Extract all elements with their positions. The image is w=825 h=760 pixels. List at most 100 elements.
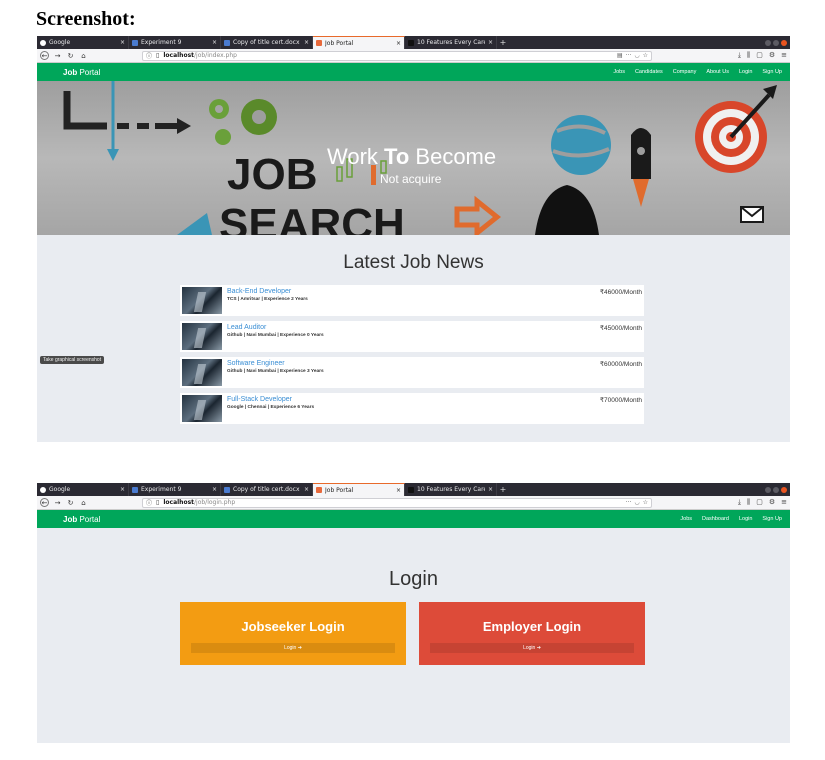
library-icon[interactable]: ⫼ <box>747 498 750 507</box>
close-icon[interactable]: × <box>304 39 309 46</box>
job-meta: Github | Navi Mumbai | Experience 0 Year… <box>227 333 324 338</box>
browser-tab[interactable]: Copy of title cert.docx - × <box>221 36 313 49</box>
pocket-icon[interactable]: ◡ <box>634 499 639 506</box>
library-icon[interactable]: ⫼ <box>747 51 750 60</box>
browser-tab[interactable]: Experiment 9 × <box>129 483 221 496</box>
window-close-icon[interactable] <box>781 39 787 46</box>
maximize-icon[interactable] <box>773 39 779 46</box>
nav-link-dashboard[interactable]: Dashboard <box>702 516 729 522</box>
info-icon[interactable]: ⓘ <box>146 51 152 60</box>
latest-jobs-heading: Latest Job News <box>343 252 484 273</box>
reader-view-icon[interactable]: ▤ <box>617 52 623 59</box>
download-icon[interactable]: ⤓ <box>738 51 741 60</box>
close-icon[interactable]: × <box>120 486 125 493</box>
job-item[interactable]: Lead Auditor Github | Navi Mumbai | Expe… <box>180 321 644 352</box>
job-salary: ₹45000/Month <box>599 325 642 332</box>
nav-link-about[interactable]: About Us <box>706 69 729 75</box>
nav-link-jobs[interactable]: Jobs <box>680 516 692 522</box>
job-item[interactable]: Software Engineer Github | Navi Mumbai |… <box>180 357 644 388</box>
browser-tab[interactable]: Google × <box>37 36 129 49</box>
back-icon[interactable]: ← <box>40 51 49 60</box>
close-icon[interactable]: × <box>396 40 401 47</box>
job-item[interactable]: Back-End Developer TCS | Amritsar | Expe… <box>180 285 644 316</box>
nav-link-candidates[interactable]: Candidates <box>635 69 663 75</box>
browser-tab-active[interactable]: Job Portal × <box>313 483 405 496</box>
minimize-icon[interactable] <box>765 486 771 493</box>
job-title-link[interactable]: Software Engineer <box>227 360 285 367</box>
menu-icon[interactable]: ≡ <box>781 51 787 60</box>
sidebar-icon[interactable]: ▢ <box>756 51 763 60</box>
browser-tab-active[interactable]: Job Portal × <box>313 36 405 49</box>
close-icon[interactable]: × <box>396 487 401 494</box>
close-icon[interactable]: × <box>304 486 309 493</box>
medium-icon <box>408 39 414 46</box>
new-tab-button[interactable]: + <box>497 483 509 496</box>
url-bar[interactable]: ⓘ ▯ localhost/job/login.php ··· ◡ ☆ <box>142 497 652 508</box>
bookmark-star-icon[interactable]: ☆ <box>643 52 648 59</box>
brand-logo[interactable]: Job Portal <box>63 68 100 77</box>
login-heading: Login <box>389 568 438 590</box>
job-item[interactable]: Full-Stack Developer Google | Chennai | … <box>180 393 644 424</box>
maximize-icon[interactable] <box>773 486 779 493</box>
browser-tab[interactable]: Copy of title cert.docx - × <box>221 483 313 496</box>
hero-title: Work To Become <box>327 144 496 170</box>
close-icon[interactable]: × <box>120 39 125 46</box>
window-close-icon[interactable] <box>781 486 787 493</box>
jobseeker-login-button[interactable]: Login ➔ <box>191 643 395 653</box>
nav-link-login[interactable]: Login <box>739 69 752 75</box>
menu-icon[interactable]: ≡ <box>781 498 787 507</box>
tab-label: Experiment 9 <box>141 486 182 493</box>
nav-link-jobs[interactable]: Jobs <box>613 69 625 75</box>
url-bar[interactable]: ⓘ ▯ localhost/job/index.php ▤ ··· ◡ ☆ <box>142 50 652 61</box>
download-icon[interactable]: ⤓ <box>738 498 741 507</box>
browser-tab[interactable]: Experiment 9 × <box>129 36 221 49</box>
job-title-link[interactable]: Back-End Developer <box>227 288 291 295</box>
close-icon[interactable]: × <box>488 486 493 493</box>
tab-label: Experiment 9 <box>141 39 182 46</box>
browser-tab[interactable]: 10 Features Every Career× <box>405 483 497 496</box>
browser-toolbar: ← → ↻ ⌂ ⓘ ▯ localhost/job/index.php ▤ ···… <box>37 49 790 63</box>
index-screenshot: Google × Experiment 9 × Copy of title cert… <box>37 36 790 442</box>
employer-login-button[interactable]: Login ➔ <box>430 643 634 653</box>
employer-login-card: Employer Login Login ➔ <box>419 602 645 665</box>
forward-icon[interactable]: → <box>53 498 62 507</box>
nav-link-signup[interactable]: Sign Up <box>762 516 782 522</box>
minimize-icon[interactable] <box>765 39 771 46</box>
reload-icon[interactable]: ↻ <box>66 51 75 60</box>
job-thumbnail <box>182 395 222 422</box>
more-actions-icon[interactable]: ··· <box>626 52 632 59</box>
sidebar-icon[interactable]: ▢ <box>756 498 763 507</box>
close-icon[interactable]: × <box>488 39 493 46</box>
info-icon[interactable]: ⓘ <box>146 498 152 507</box>
jobseeker-login-card: Jobseeker Login Login ➔ <box>180 602 406 665</box>
extensions-icon[interactable]: ⚙ <box>769 51 775 60</box>
browser-tab[interactable]: 10 Features Every Career× <box>405 36 497 49</box>
site-nav-links: Jobs Dashboard Login Sign Up <box>680 516 790 522</box>
home-icon[interactable]: ⌂ <box>79 51 88 60</box>
nav-link-company[interactable]: Company <box>673 69 697 75</box>
google-icon <box>40 39 46 46</box>
pocket-icon[interactable]: ◡ <box>634 52 639 59</box>
close-icon[interactable]: × <box>212 39 217 46</box>
back-icon[interactable]: ← <box>40 498 49 507</box>
document-icon <box>132 39 138 46</box>
job-salary: ₹60000/Month <box>599 361 642 368</box>
close-icon[interactable]: × <box>212 486 217 493</box>
window-controls <box>765 36 790 49</box>
nav-link-signup[interactable]: Sign Up <box>762 69 782 75</box>
docs-icon <box>224 39 230 46</box>
more-actions-icon[interactable]: ··· <box>626 499 632 506</box>
brand-logo[interactable]: Job Portal <box>63 515 100 524</box>
job-title-link[interactable]: Full-Stack Developer <box>227 396 292 403</box>
forward-icon[interactable]: → <box>53 51 62 60</box>
job-meta: TCS | Amritsar | Experience 2 Years <box>227 297 308 302</box>
job-title-link[interactable]: Lead Auditor <box>227 324 266 331</box>
reload-icon[interactable]: ↻ <box>66 498 75 507</box>
browser-tab[interactable]: Google × <box>37 483 129 496</box>
new-tab-button[interactable]: + <box>497 36 509 49</box>
home-icon[interactable]: ⌂ <box>79 498 88 507</box>
nav-link-login[interactable]: Login <box>739 516 752 522</box>
extensions-icon[interactable]: ⚙ <box>769 498 775 507</box>
google-icon <box>40 486 46 493</box>
bookmark-star-icon[interactable]: ☆ <box>643 499 648 506</box>
